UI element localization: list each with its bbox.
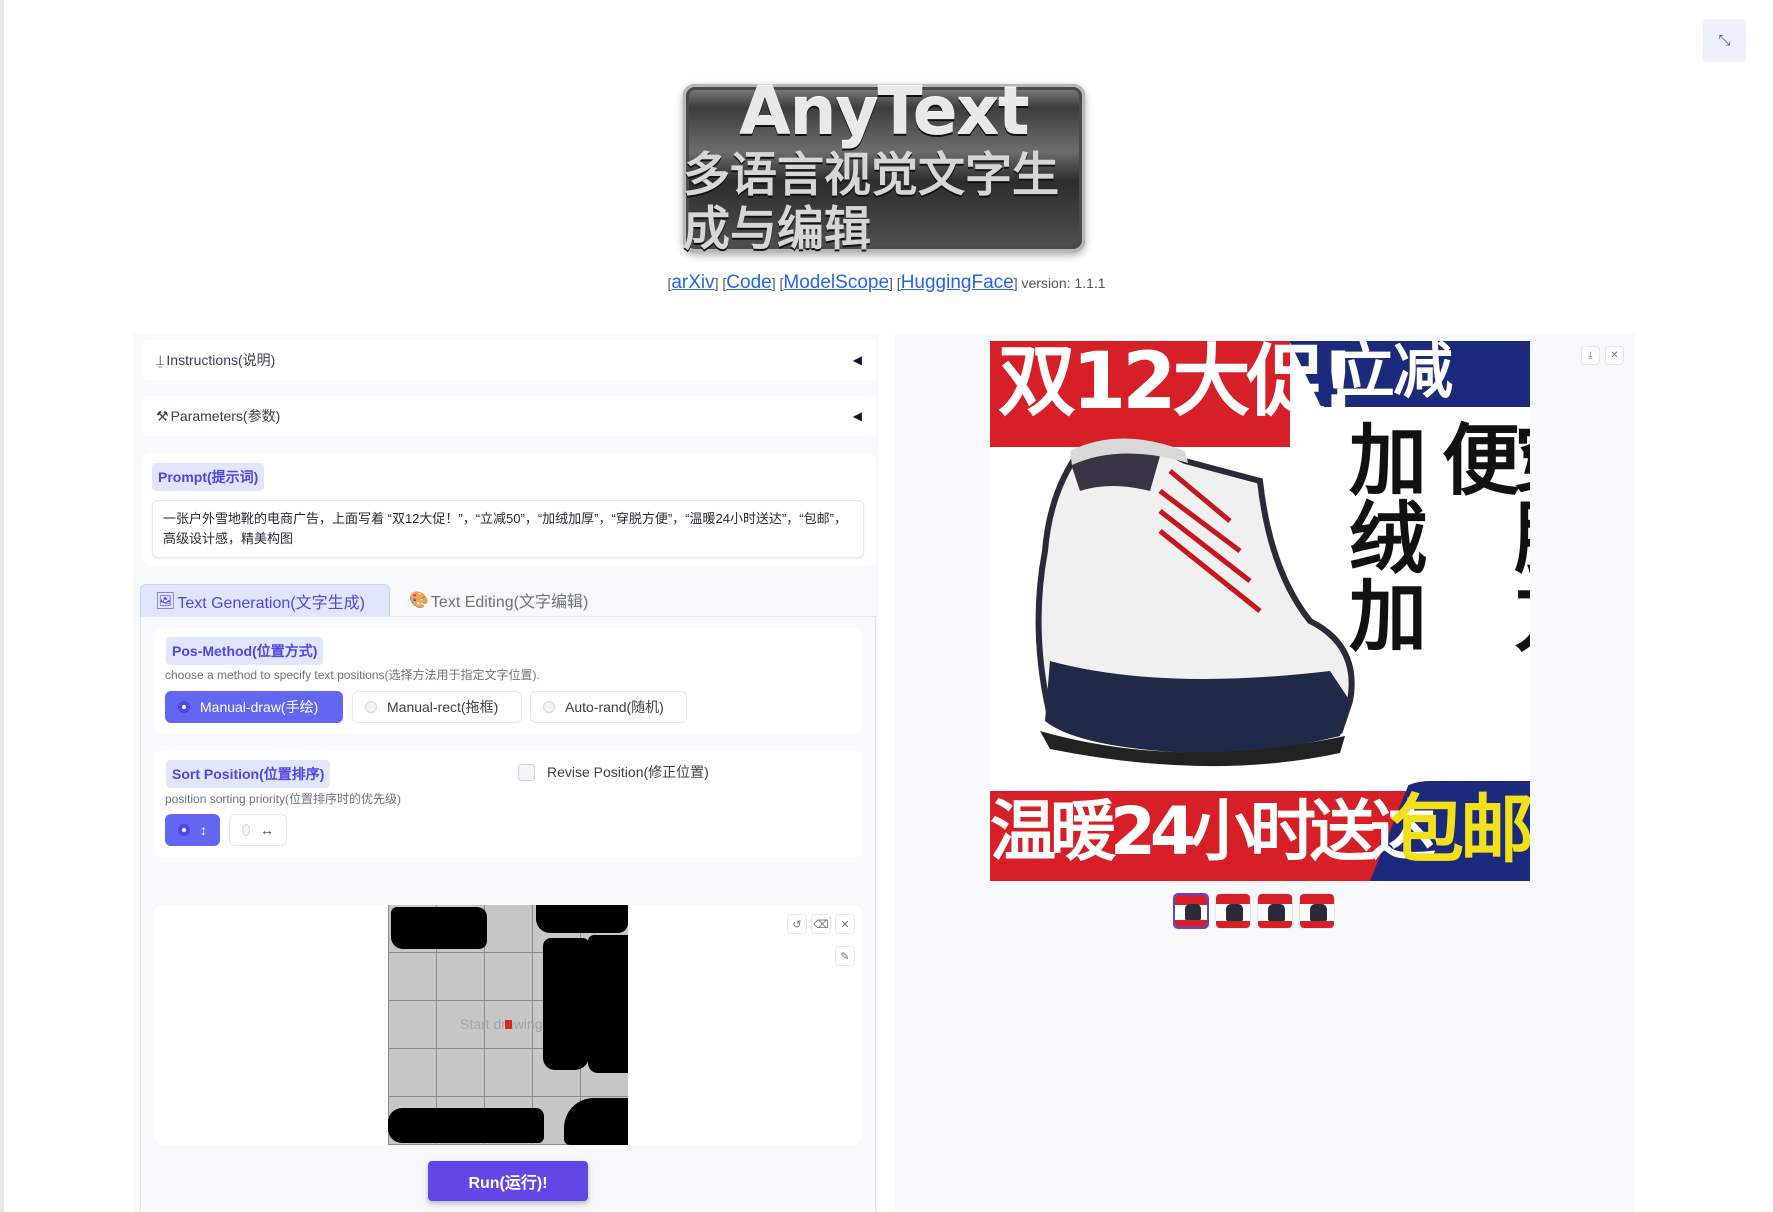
instructions-label: Instructions(说明) (166, 352, 276, 368)
arxiv-link[interactable]: arXiv (671, 272, 714, 293)
collapse-triangle-icon: ◀ (852, 353, 862, 367)
result-text-bottom-right: 包邮 (1390, 787, 1530, 873)
sort-position-info: position sorting priority(位置排序时的优先级) (165, 792, 402, 806)
result-text-top-left: 双12大促! (998, 341, 1356, 427)
result-text-bottom-left: 温暖24小时送达 (990, 793, 1436, 870)
radio-manual-draw-label: Manual-draw(手绘) (200, 699, 319, 715)
modelscope-link[interactable]: ModelScope (783, 272, 889, 293)
collapse-triangle-icon: ◀ (852, 409, 862, 423)
checkbox-box[interactable] (518, 763, 535, 781)
sort-position-label: Sort Position(位置排序) (166, 760, 331, 788)
prompt-textarea[interactable]: 一张户外雪地靴的电商广告，上面写着 “双12大促！”，“立减50”，“加绒加厚”… (152, 500, 864, 558)
anytext-logo: AnyText 多语言视觉文字生成与编辑 (683, 78, 1085, 257)
result-text-col-right: 穿脱方便 (1429, 419, 1530, 653)
radio-dot (178, 701, 190, 713)
thumbnail[interactable] (1215, 893, 1251, 929)
palette-icon: 🎨 (409, 592, 429, 609)
radio-sort-vertical-label: ↕ (200, 822, 207, 838)
radio-auto-rand[interactable]: Auto-rand(随机) (530, 691, 687, 723)
drawn-stroke (391, 907, 487, 949)
eraser-icon[interactable]: ⌫ (811, 914, 831, 934)
radio-manual-draw[interactable]: Manual-draw(手绘) (165, 691, 343, 723)
thumbnail[interactable] (1257, 893, 1293, 929)
radio-dot (242, 824, 250, 836)
instructions-accordion[interactable]: ⍊ Instructions(说明) ◀ (142, 340, 876, 380)
tab-text-editing[interactable]: 🎨 Text Editing(文字编辑) (395, 584, 602, 616)
revise-position-checkbox[interactable]: Revise Position(修正位置) (518, 762, 709, 782)
prompt-label: Prompt(提示词) (152, 463, 265, 491)
download-icon[interactable]: ⤓ (1581, 346, 1600, 365)
pos-method-info: choose a method to specify text position… (165, 668, 540, 682)
tab-text-editing-label: Text Editing(文字编辑) (430, 594, 589, 611)
drawn-stroke (564, 1098, 628, 1145)
huggingface-link[interactable]: HuggingFace (901, 272, 1014, 293)
radio-manual-rect-label: Manual-rect(拖框) (387, 699, 499, 715)
radio-dot (543, 701, 555, 713)
brush-icon[interactable]: ✎ (835, 946, 855, 966)
run-button[interactable]: Run(运行)! (428, 1161, 588, 1201)
prompt-block: Prompt(提示词) 一张户外雪地靴的电商广告，上面写着 “双12大促！”，“… (142, 453, 876, 565)
image-icon: 🖼 (155, 592, 176, 610)
canvas-placeholder: Start drawing (460, 1016, 543, 1032)
tab-text-generation[interactable]: 🖼 Text Generation(文字生成) (140, 584, 390, 616)
drawn-stroke (588, 935, 628, 1073)
close-icon[interactable]: ✕ (835, 914, 855, 934)
pin-icon: ⍊ (156, 351, 165, 368)
radio-auto-rand-label: Auto-rand(随机) (565, 699, 664, 715)
radio-sort-vertical[interactable]: ↕ (165, 814, 220, 846)
radio-manual-rect[interactable]: Manual-rect(拖框) (352, 691, 522, 723)
parameters-label: Parameters(参数) (170, 408, 281, 424)
fullscreen-button[interactable]: ⤡ (1703, 19, 1746, 62)
radio-sort-horizontal-label: ↔ (260, 822, 274, 838)
version-text: version: 1.1.1 (1021, 275, 1106, 291)
logo-subtitle: 多语言视觉文字生成与编辑 (683, 147, 1059, 257)
close-icon[interactable]: ✕ (1605, 346, 1624, 365)
pos-method-label: Pos-Method(位置方式) (166, 637, 324, 665)
radio-dot (365, 701, 377, 713)
drawn-stroke (388, 1108, 544, 1143)
thumbnail-gallery (1173, 893, 1335, 929)
drawn-stroke (536, 905, 628, 933)
parameters-accordion[interactable]: ⚒ Parameters(参数) ◀ (142, 396, 876, 436)
window-left-border (0, 0, 4, 1212)
revise-position-label: Revise Position(修正位置) (547, 764, 709, 780)
expand-icon: ⤡ (1718, 32, 1731, 49)
thumbnail[interactable] (1299, 893, 1335, 929)
radio-sort-horizontal[interactable]: ↔ (229, 814, 287, 846)
result-image[interactable]: 双12大促! 立减50 加绒加 穿脱方便 温暖24小时送达 包邮 (990, 341, 1530, 881)
undo-icon[interactable]: ↺ (787, 914, 807, 934)
tools-icon: ⚒ (156, 407, 169, 424)
drawn-stroke (543, 938, 589, 1070)
boot-image (1035, 438, 1355, 767)
radio-dot (178, 824, 190, 836)
brush-cursor (505, 1020, 512, 1029)
header-links: [arXiv] [Code] [ModelScope] [HuggingFace… (667, 272, 1106, 293)
tab-text-generation-label: Text Generation(文字生成) (177, 594, 365, 612)
thumbnail[interactable] (1173, 893, 1209, 929)
code-link[interactable]: Code (726, 272, 771, 293)
logo-title: AnyText (739, 72, 1029, 150)
